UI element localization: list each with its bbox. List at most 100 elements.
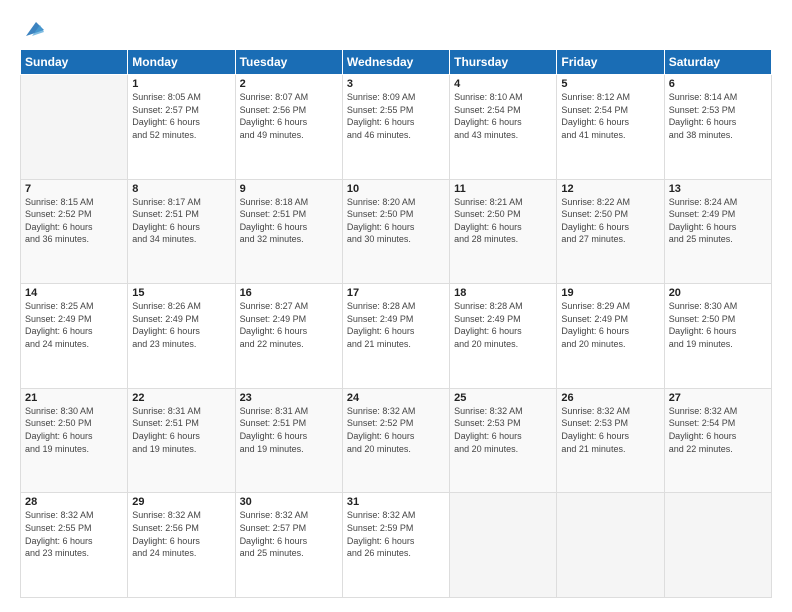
day-info: Sunrise: 8:29 AMSunset: 2:49 PMDaylight:… bbox=[561, 300, 659, 350]
calendar-cell: 16Sunrise: 8:27 AMSunset: 2:49 PMDayligh… bbox=[235, 284, 342, 389]
calendar-cell: 19Sunrise: 8:29 AMSunset: 2:49 PMDayligh… bbox=[557, 284, 664, 389]
calendar-cell: 22Sunrise: 8:31 AMSunset: 2:51 PMDayligh… bbox=[128, 388, 235, 493]
day-info: Sunrise: 8:31 AMSunset: 2:51 PMDaylight:… bbox=[132, 405, 230, 455]
calendar-cell: 6Sunrise: 8:14 AMSunset: 2:53 PMDaylight… bbox=[664, 75, 771, 180]
day-number: 9 bbox=[240, 183, 338, 195]
calendar-cell: 23Sunrise: 8:31 AMSunset: 2:51 PMDayligh… bbox=[235, 388, 342, 493]
calendar-cell: 11Sunrise: 8:21 AMSunset: 2:50 PMDayligh… bbox=[450, 179, 557, 284]
day-number: 8 bbox=[132, 183, 230, 195]
day-number: 6 bbox=[669, 78, 767, 90]
calendar-cell bbox=[664, 493, 771, 598]
day-info: Sunrise: 8:05 AMSunset: 2:57 PMDaylight:… bbox=[132, 91, 230, 141]
calendar-cell: 20Sunrise: 8:30 AMSunset: 2:50 PMDayligh… bbox=[664, 284, 771, 389]
day-number: 15 bbox=[132, 287, 230, 299]
calendar-cell: 10Sunrise: 8:20 AMSunset: 2:50 PMDayligh… bbox=[342, 179, 449, 284]
calendar-cell: 8Sunrise: 8:17 AMSunset: 2:51 PMDaylight… bbox=[128, 179, 235, 284]
calendar-cell: 1Sunrise: 8:05 AMSunset: 2:57 PMDaylight… bbox=[128, 75, 235, 180]
day-info: Sunrise: 8:30 AMSunset: 2:50 PMDaylight:… bbox=[25, 405, 123, 455]
day-number: 20 bbox=[669, 287, 767, 299]
day-info: Sunrise: 8:32 AMSunset: 2:57 PMDaylight:… bbox=[240, 509, 338, 559]
day-info: Sunrise: 8:32 AMSunset: 2:53 PMDaylight:… bbox=[454, 405, 552, 455]
day-number: 1 bbox=[132, 78, 230, 90]
day-info: Sunrise: 8:25 AMSunset: 2:49 PMDaylight:… bbox=[25, 300, 123, 350]
calendar-week-row: 1Sunrise: 8:05 AMSunset: 2:57 PMDaylight… bbox=[21, 75, 772, 180]
day-number: 29 bbox=[132, 496, 230, 508]
day-number: 16 bbox=[240, 287, 338, 299]
day-number: 19 bbox=[561, 287, 659, 299]
page: SundayMondayTuesdayWednesdayThursdayFrid… bbox=[0, 0, 792, 612]
day-number: 23 bbox=[240, 392, 338, 404]
header bbox=[20, 18, 772, 39]
day-number: 22 bbox=[132, 392, 230, 404]
day-number: 3 bbox=[347, 78, 445, 90]
calendar-cell: 13Sunrise: 8:24 AMSunset: 2:49 PMDayligh… bbox=[664, 179, 771, 284]
day-number: 31 bbox=[347, 496, 445, 508]
day-info: Sunrise: 8:12 AMSunset: 2:54 PMDaylight:… bbox=[561, 91, 659, 141]
calendar-cell: 24Sunrise: 8:32 AMSunset: 2:52 PMDayligh… bbox=[342, 388, 449, 493]
day-info: Sunrise: 8:32 AMSunset: 2:53 PMDaylight:… bbox=[561, 405, 659, 455]
calendar-cell: 26Sunrise: 8:32 AMSunset: 2:53 PMDayligh… bbox=[557, 388, 664, 493]
day-info: Sunrise: 8:28 AMSunset: 2:49 PMDaylight:… bbox=[454, 300, 552, 350]
logo-icon bbox=[22, 20, 44, 38]
day-number: 7 bbox=[25, 183, 123, 195]
calendar-cell: 29Sunrise: 8:32 AMSunset: 2:56 PMDayligh… bbox=[128, 493, 235, 598]
day-number: 4 bbox=[454, 78, 552, 90]
day-number: 12 bbox=[561, 183, 659, 195]
logo bbox=[20, 18, 44, 39]
calendar-cell: 21Sunrise: 8:30 AMSunset: 2:50 PMDayligh… bbox=[21, 388, 128, 493]
day-of-week-header: Friday bbox=[557, 50, 664, 75]
day-number: 30 bbox=[240, 496, 338, 508]
day-of-week-header: Wednesday bbox=[342, 50, 449, 75]
day-info: Sunrise: 8:07 AMSunset: 2:56 PMDaylight:… bbox=[240, 91, 338, 141]
day-number: 13 bbox=[669, 183, 767, 195]
calendar-cell bbox=[450, 493, 557, 598]
day-of-week-header: Tuesday bbox=[235, 50, 342, 75]
calendar-cell: 14Sunrise: 8:25 AMSunset: 2:49 PMDayligh… bbox=[21, 284, 128, 389]
calendar-cell: 9Sunrise: 8:18 AMSunset: 2:51 PMDaylight… bbox=[235, 179, 342, 284]
day-info: Sunrise: 8:27 AMSunset: 2:49 PMDaylight:… bbox=[240, 300, 338, 350]
calendar-header-row: SundayMondayTuesdayWednesdayThursdayFrid… bbox=[21, 50, 772, 75]
day-info: Sunrise: 8:17 AMSunset: 2:51 PMDaylight:… bbox=[132, 196, 230, 246]
calendar-cell: 31Sunrise: 8:32 AMSunset: 2:59 PMDayligh… bbox=[342, 493, 449, 598]
calendar-week-row: 28Sunrise: 8:32 AMSunset: 2:55 PMDayligh… bbox=[21, 493, 772, 598]
calendar-cell: 18Sunrise: 8:28 AMSunset: 2:49 PMDayligh… bbox=[450, 284, 557, 389]
day-info: Sunrise: 8:24 AMSunset: 2:49 PMDaylight:… bbox=[669, 196, 767, 246]
day-info: Sunrise: 8:10 AMSunset: 2:54 PMDaylight:… bbox=[454, 91, 552, 141]
day-number: 14 bbox=[25, 287, 123, 299]
calendar-table: SundayMondayTuesdayWednesdayThursdayFrid… bbox=[20, 49, 772, 598]
calendar-cell: 3Sunrise: 8:09 AMSunset: 2:55 PMDaylight… bbox=[342, 75, 449, 180]
calendar-cell: 4Sunrise: 8:10 AMSunset: 2:54 PMDaylight… bbox=[450, 75, 557, 180]
calendar-cell: 17Sunrise: 8:28 AMSunset: 2:49 PMDayligh… bbox=[342, 284, 449, 389]
day-number: 25 bbox=[454, 392, 552, 404]
day-info: Sunrise: 8:22 AMSunset: 2:50 PMDaylight:… bbox=[561, 196, 659, 246]
day-info: Sunrise: 8:32 AMSunset: 2:59 PMDaylight:… bbox=[347, 509, 445, 559]
calendar-cell: 15Sunrise: 8:26 AMSunset: 2:49 PMDayligh… bbox=[128, 284, 235, 389]
day-info: Sunrise: 8:26 AMSunset: 2:49 PMDaylight:… bbox=[132, 300, 230, 350]
calendar-cell: 7Sunrise: 8:15 AMSunset: 2:52 PMDaylight… bbox=[21, 179, 128, 284]
calendar-cell: 27Sunrise: 8:32 AMSunset: 2:54 PMDayligh… bbox=[664, 388, 771, 493]
calendar-cell: 2Sunrise: 8:07 AMSunset: 2:56 PMDaylight… bbox=[235, 75, 342, 180]
day-number: 2 bbox=[240, 78, 338, 90]
day-number: 10 bbox=[347, 183, 445, 195]
day-of-week-header: Saturday bbox=[664, 50, 771, 75]
calendar-cell: 5Sunrise: 8:12 AMSunset: 2:54 PMDaylight… bbox=[557, 75, 664, 180]
day-info: Sunrise: 8:18 AMSunset: 2:51 PMDaylight:… bbox=[240, 196, 338, 246]
day-info: Sunrise: 8:15 AMSunset: 2:52 PMDaylight:… bbox=[25, 196, 123, 246]
calendar-week-row: 21Sunrise: 8:30 AMSunset: 2:50 PMDayligh… bbox=[21, 388, 772, 493]
calendar-week-row: 14Sunrise: 8:25 AMSunset: 2:49 PMDayligh… bbox=[21, 284, 772, 389]
day-info: Sunrise: 8:14 AMSunset: 2:53 PMDaylight:… bbox=[669, 91, 767, 141]
day-of-week-header: Sunday bbox=[21, 50, 128, 75]
day-number: 11 bbox=[454, 183, 552, 195]
day-number: 17 bbox=[347, 287, 445, 299]
calendar-cell bbox=[21, 75, 128, 180]
day-number: 27 bbox=[669, 392, 767, 404]
day-info: Sunrise: 8:32 AMSunset: 2:54 PMDaylight:… bbox=[669, 405, 767, 455]
calendar-cell: 25Sunrise: 8:32 AMSunset: 2:53 PMDayligh… bbox=[450, 388, 557, 493]
day-of-week-header: Monday bbox=[128, 50, 235, 75]
day-number: 5 bbox=[561, 78, 659, 90]
day-info: Sunrise: 8:30 AMSunset: 2:50 PMDaylight:… bbox=[669, 300, 767, 350]
calendar-cell bbox=[557, 493, 664, 598]
day-number: 21 bbox=[25, 392, 123, 404]
day-info: Sunrise: 8:28 AMSunset: 2:49 PMDaylight:… bbox=[347, 300, 445, 350]
day-info: Sunrise: 8:31 AMSunset: 2:51 PMDaylight:… bbox=[240, 405, 338, 455]
